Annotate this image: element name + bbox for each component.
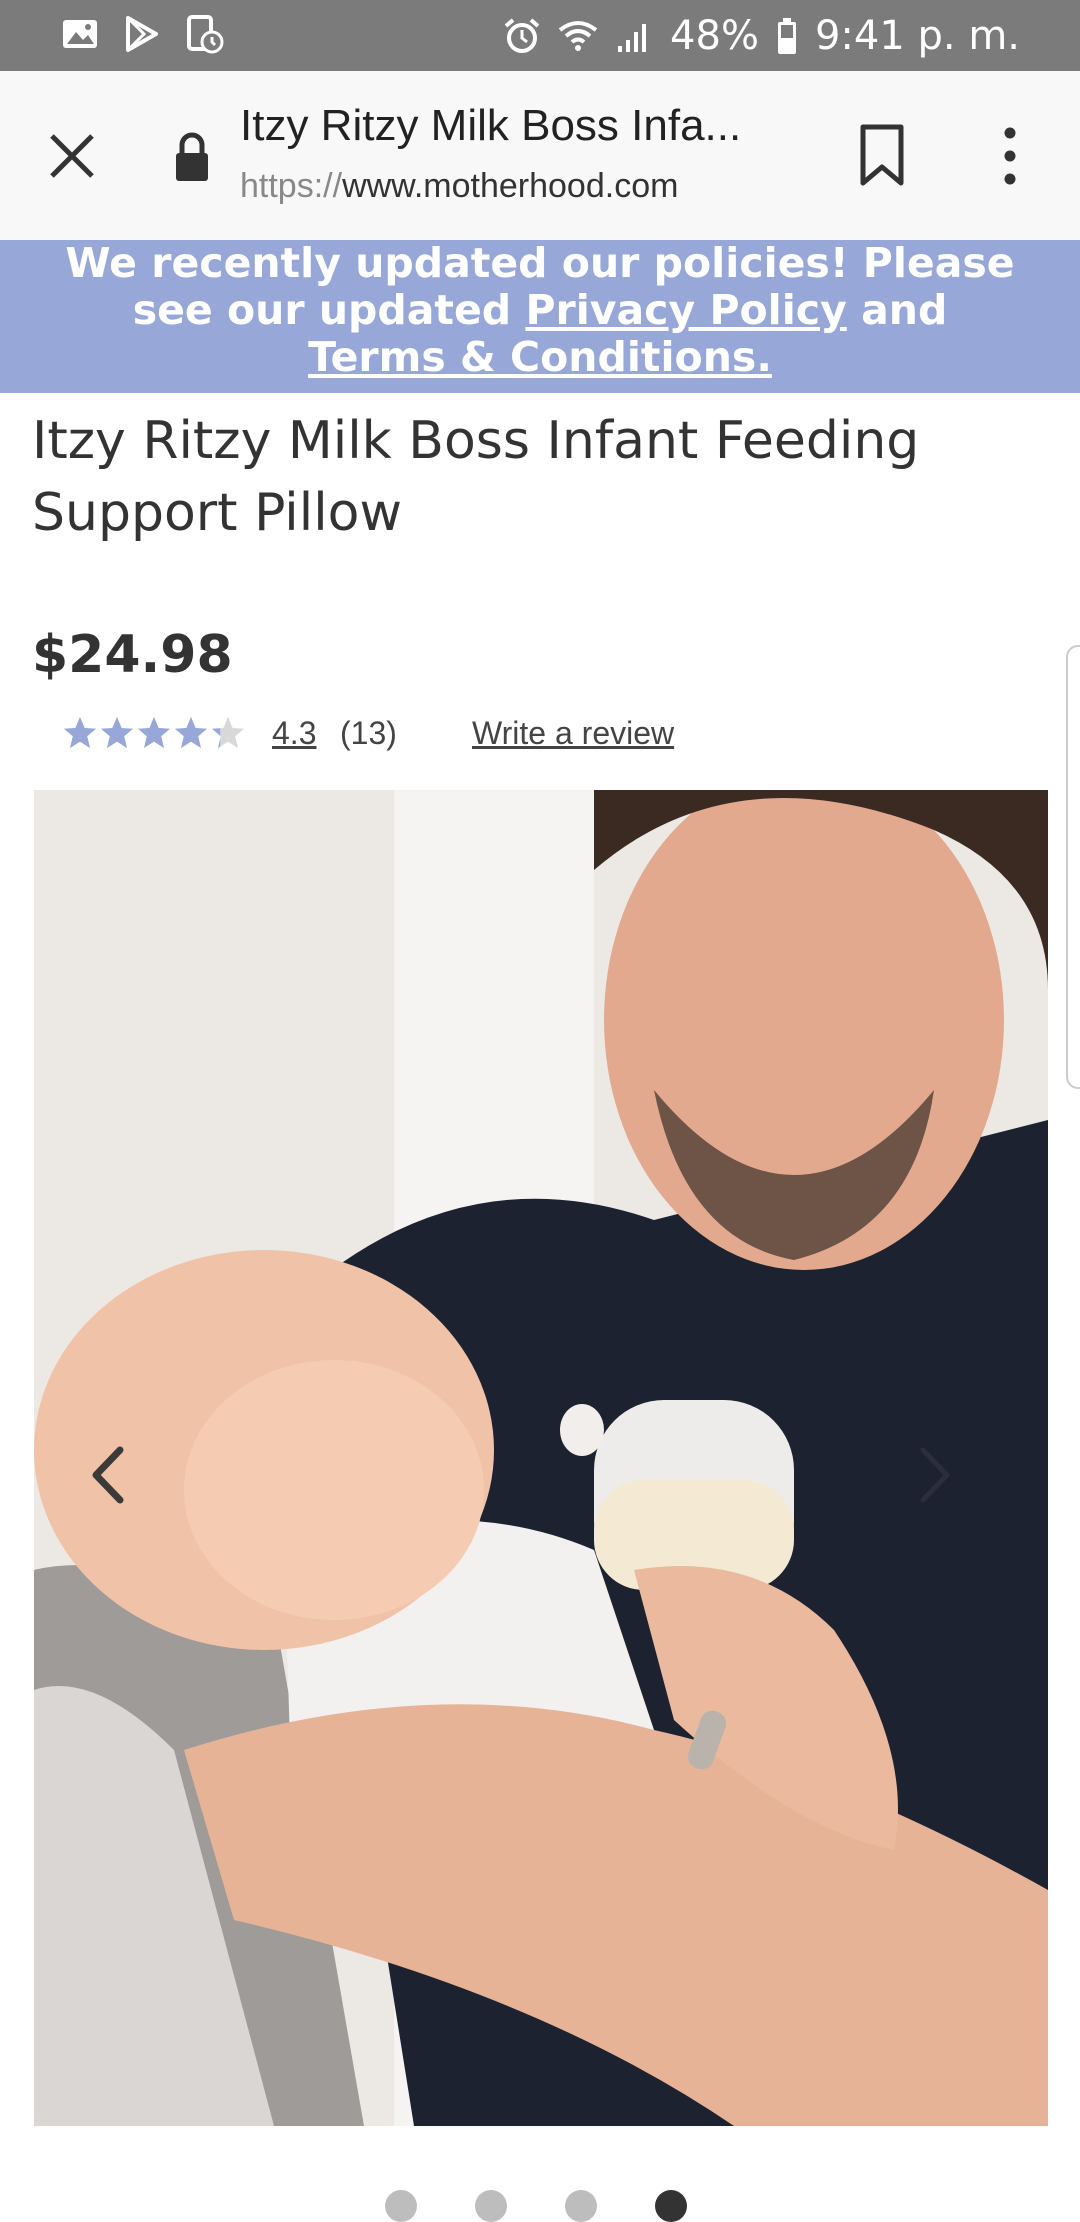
wifi-icon (558, 20, 598, 51)
carousel-next-arrow[interactable] (905, 1440, 965, 1510)
carousel-dot[interactable] (475, 2190, 507, 2222)
system-status: 48% 9:41 p. m. (502, 0, 1020, 71)
banner-line-2: see our updated Privacy Policy and (0, 287, 1080, 334)
rating-row: 4.3 (13) Write a review (62, 708, 762, 758)
terms-period: . (756, 333, 772, 381)
gallery-icon (63, 20, 97, 48)
rating-value[interactable]: 4.3 (272, 708, 316, 758)
more-vert-icon[interactable] (990, 121, 1030, 191)
side-panel-handle[interactable] (1066, 645, 1080, 1089)
product-image[interactable] (34, 790, 1048, 2126)
status-bar: 48% 9:41 p. m. (0, 0, 1080, 71)
battery-percent: 48% (670, 12, 759, 59)
battery-icon (777, 17, 796, 54)
screen-record-icon (187, 15, 224, 54)
browser-toolbar: Itzy Ritzy Milk Boss Infa... https://www… (0, 71, 1080, 241)
banner-text: see our updated (132, 286, 526, 334)
notification-icons (60, 14, 224, 54)
rating-count: (13) (340, 715, 397, 751)
carousel-dot[interactable] (565, 2190, 597, 2222)
star-rating-icon (64, 717, 244, 748)
play-store-icon (126, 16, 158, 52)
write-review-link[interactable]: Write a review (472, 708, 674, 758)
product-price: $24.98 (32, 625, 233, 685)
bookmark-icon[interactable] (855, 123, 909, 189)
product-title: Itzy Ritzy Milk Boss Infant Feeding Supp… (32, 411, 920, 543)
banner-line-3: Terms & Conditions. (0, 334, 1080, 381)
policy-update-banner: We recently updated our policies! Please… (0, 240, 1080, 393)
privacy-policy-link[interactable]: Privacy Policy (525, 286, 846, 334)
star-rating (62, 713, 246, 753)
terms-conditions-link[interactable]: Terms & Conditions (308, 333, 756, 381)
carousel-dot[interactable] (655, 2190, 687, 2222)
carousel-dot[interactable] (385, 2190, 417, 2222)
carousel-indicators (385, 2190, 687, 2222)
product-photo (34, 790, 1048, 2126)
url-host: www.motherhood.com (342, 167, 679, 205)
carousel-prev-arrow[interactable] (78, 1440, 138, 1510)
clock: 9:41 p. m. (814, 12, 1020, 59)
url-scheme: https:// (240, 167, 343, 205)
page-title[interactable]: Itzy Ritzy Milk Boss Infa... (240, 101, 741, 151)
close-icon[interactable] (42, 126, 102, 186)
signal-icon (618, 23, 647, 52)
banner-text: and (846, 286, 948, 334)
lock-icon (176, 132, 208, 181)
banner-line-1: We recently updated our policies! Please (65, 239, 1015, 287)
page-url[interactable]: https://www.motherhood.com (240, 167, 678, 206)
alarm-icon (504, 17, 540, 53)
